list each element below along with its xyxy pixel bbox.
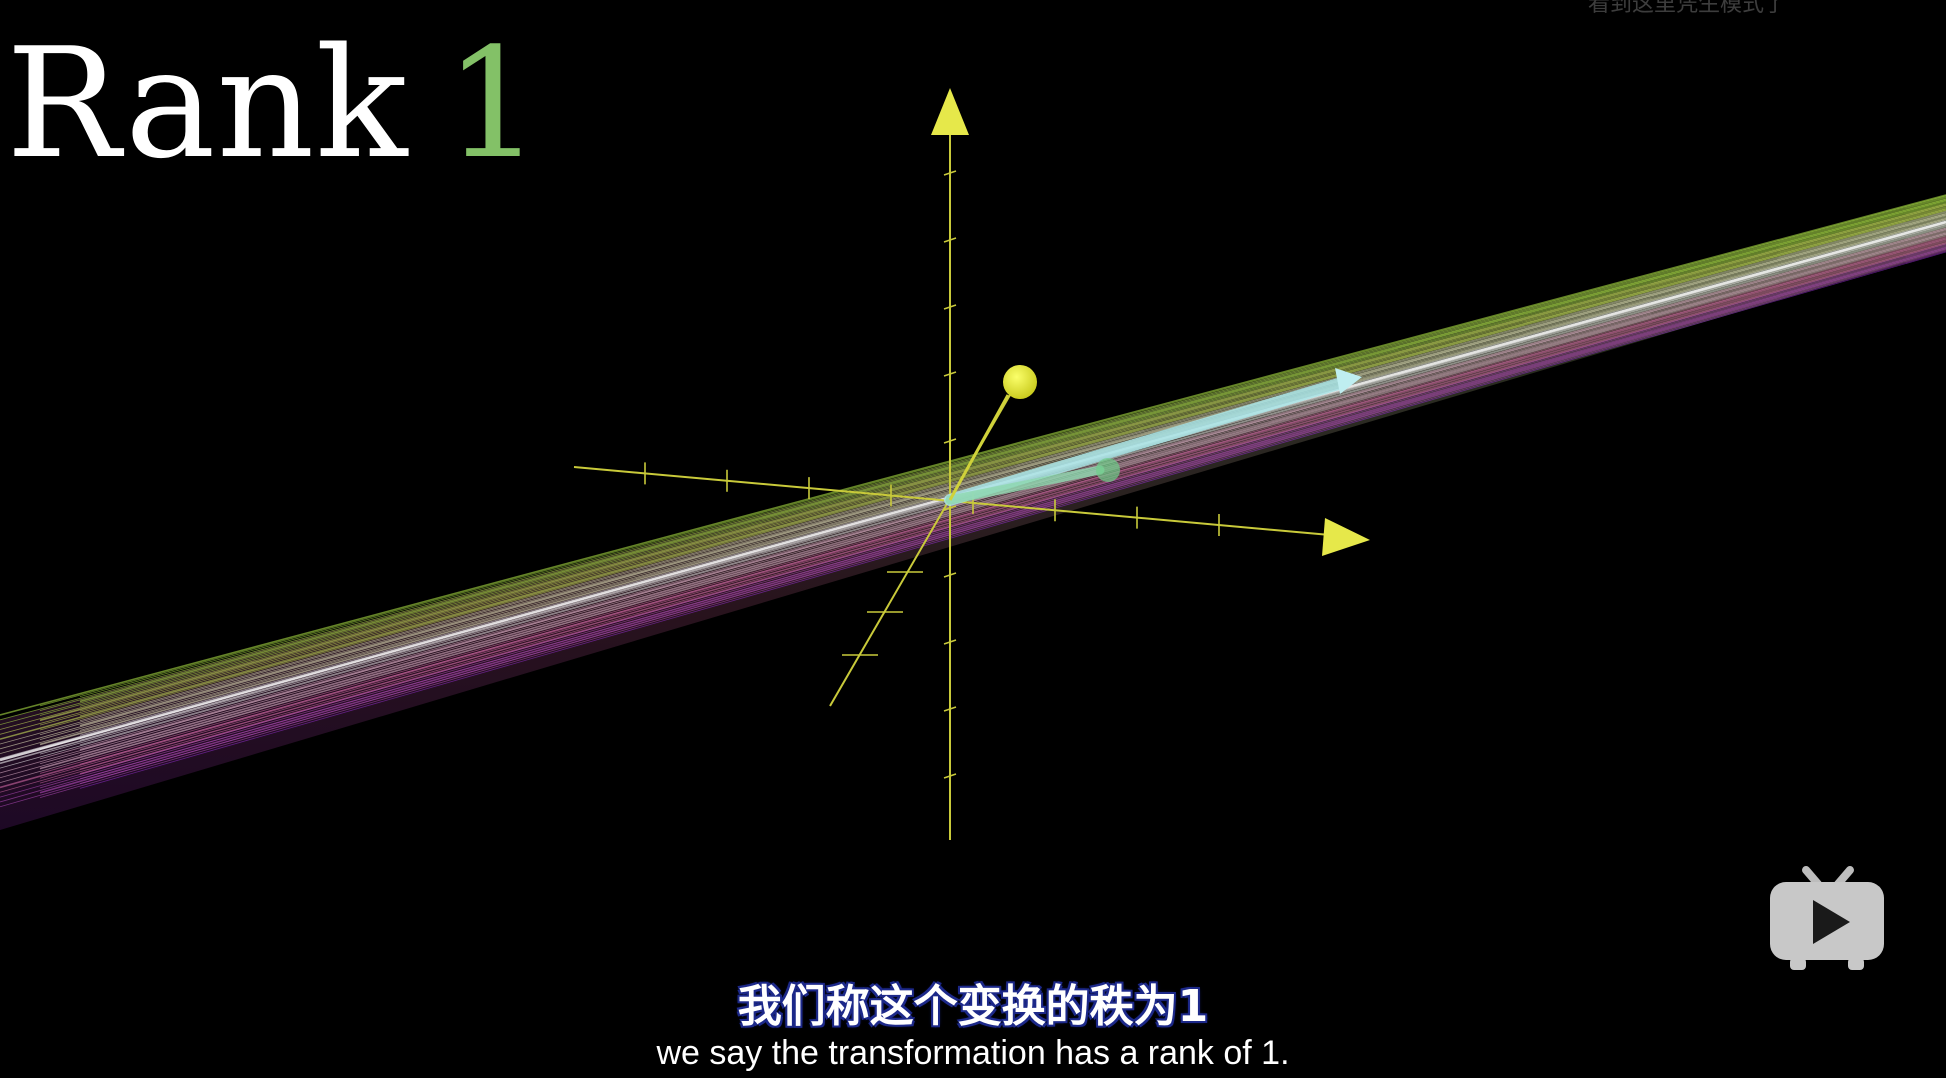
band-streak (39, 230, 1946, 765)
band-streak (79, 199, 1946, 703)
band-streak (39, 247, 1946, 794)
band-streak (39, 210, 1946, 731)
rank-title: Rank 1 (6, 28, 542, 180)
band-streak (79, 234, 1946, 760)
band-streak (39, 232, 1946, 770)
band-streak (79, 240, 1946, 770)
band-streak (79, 242, 1946, 775)
band-streak (39, 195, 1946, 707)
band-streak (79, 248, 1946, 784)
band-streak (79, 213, 1946, 727)
band-streak (0, 194, 1946, 716)
band-streak (0, 203, 1946, 730)
band-streak (39, 239, 1946, 779)
rank-number: 1 (444, 15, 543, 192)
band-streak (79, 231, 1946, 755)
bilibili-tv-play-icon[interactable] (1768, 866, 1886, 974)
band-streak (0, 200, 1946, 726)
band-streak (79, 202, 1946, 707)
band-streak (79, 211, 1946, 722)
band-streak (79, 196, 1946, 698)
band-streak (79, 245, 1946, 780)
band-streak (39, 203, 1946, 722)
band-streak (0, 214, 1946, 750)
video-frame: Rank 1 看到这里凭生模式了 我们称这个变换的秩为1 we say the t… (0, 0, 1946, 1078)
band-streak (0, 249, 1946, 808)
band-streak (0, 217, 1946, 755)
subtitle-chinese: 我们称这个变换的秩为1 (737, 981, 1209, 1032)
band-streak (39, 215, 1946, 741)
band-streak (0, 212, 1946, 745)
band-streak (0, 208, 1946, 740)
rank-label: Rank (6, 15, 409, 192)
band-streak (39, 212, 1946, 736)
band-streak (79, 251, 1946, 789)
band-streak (39, 207, 1946, 726)
band-streak (0, 246, 1946, 803)
band-streak (79, 216, 1946, 731)
band-streak (39, 198, 1946, 712)
band-streak (79, 205, 1946, 712)
band-streak (39, 241, 1946, 784)
subtitle-english: we say the transformation has a rank of … (656, 1034, 1290, 1072)
band-streak (39, 201, 1946, 716)
band-streak (0, 206, 1946, 735)
band-streak (39, 250, 1946, 798)
band-streak (39, 244, 1946, 789)
band-streak (0, 243, 1946, 798)
band-streak (0, 240, 1946, 793)
top-watermark: 看到这里凭生模式了 (1587, 0, 1786, 17)
band-streak (79, 208, 1946, 717)
